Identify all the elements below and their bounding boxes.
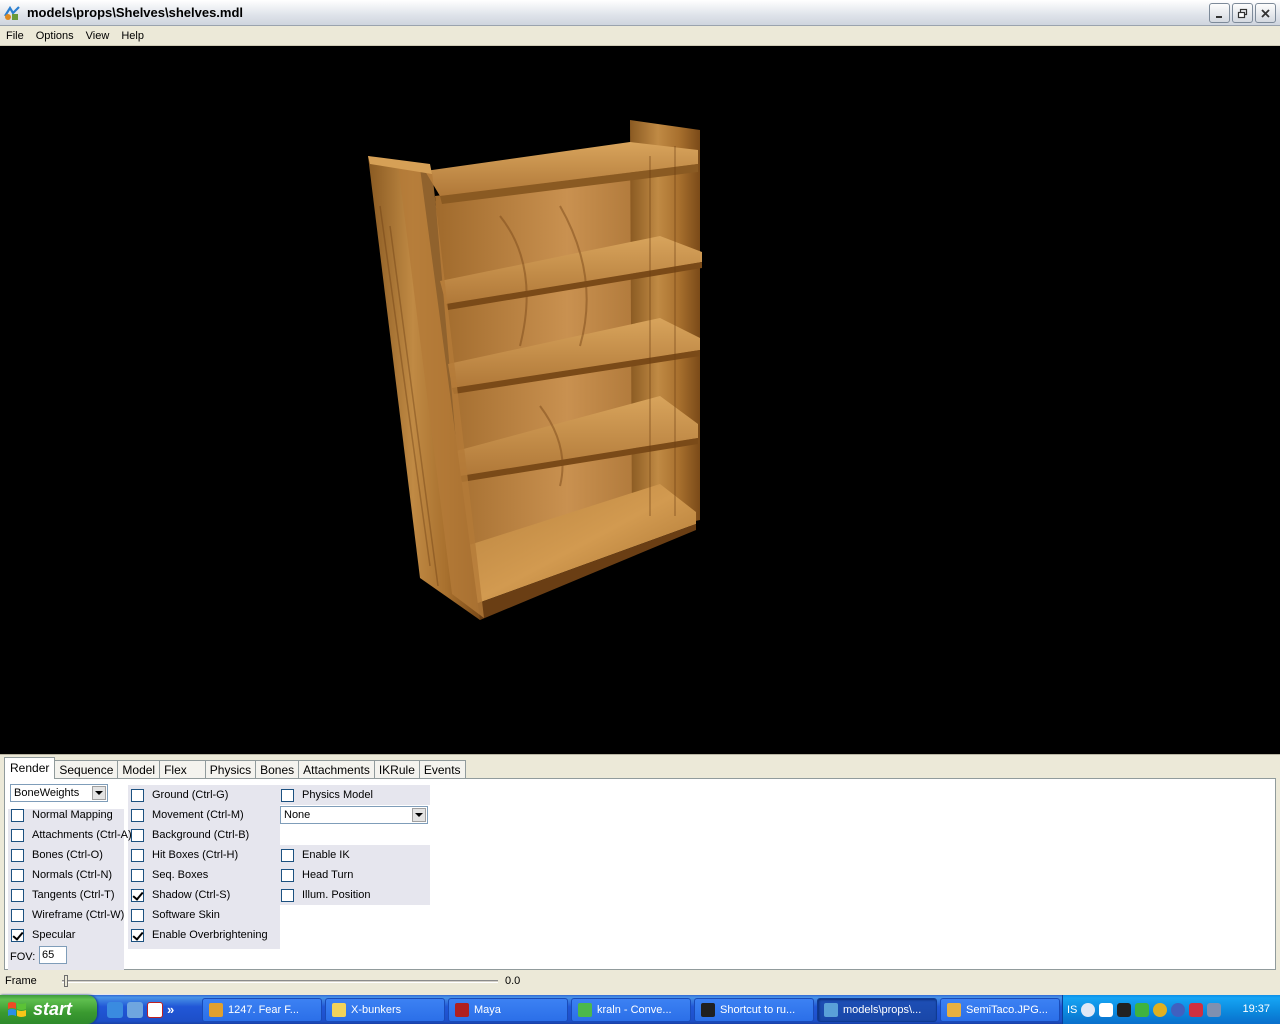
task-shortcut[interactable]: Shortcut to ru... (694, 997, 814, 1022)
taskbar: start » 1247. Fear F... X-bunkers Maya k… (0, 995, 1280, 1024)
tangents-checkbox[interactable]: Tangents (Ctrl-T) (11, 885, 115, 905)
task-semitaco[interactable]: SemiTaco.JPG... (940, 997, 1060, 1022)
physics-model-checkbox[interactable]: Physics Model (281, 785, 373, 805)
seq-boxes-checkbox[interactable]: Seq. Boxes (131, 865, 208, 885)
v2-icon[interactable] (147, 1001, 163, 1018)
maya-icon (455, 1002, 469, 1017)
control-panel: Render Sequence Model Flex Physics Bones… (0, 754, 1280, 995)
tab-ikrule[interactable]: IKRule (373, 760, 420, 779)
tray-msn-icon[interactable] (1135, 1002, 1150, 1017)
console-icon (701, 1002, 715, 1017)
close-button[interactable] (1255, 3, 1276, 23)
tray-network-icon[interactable] (1207, 1002, 1222, 1017)
frame-value: 0.0 (505, 975, 521, 987)
model-viewer-window: models\props\Shelves\shelves.mdl File Op… (0, 0, 1280, 1024)
ground-checkbox[interactable]: Ground (Ctrl-G) (131, 785, 228, 805)
task-maya[interactable]: Maya (448, 997, 568, 1022)
pencil-icon (209, 1002, 223, 1017)
restore-button[interactable] (1232, 3, 1253, 23)
task-fear[interactable]: 1247. Fear F... (202, 997, 322, 1022)
specular-checkbox[interactable]: Specular (11, 925, 75, 945)
tray-globe-icon[interactable] (1171, 1002, 1186, 1017)
restore-icon (1237, 8, 1248, 18)
menu-file[interactable]: File (0, 26, 30, 46)
model-viewer-icon (824, 1002, 838, 1017)
tab-physics[interactable]: Physics (204, 760, 257, 779)
enable-ik-checkbox[interactable]: Enable IK (281, 845, 350, 865)
3d-viewport[interactable] (0, 46, 1280, 754)
tab-attachments[interactable]: Attachments (298, 760, 375, 779)
folder-icon (332, 1002, 346, 1017)
language-indicator[interactable]: IS (1067, 1004, 1077, 1016)
chevron-down-icon[interactable] (412, 808, 426, 822)
task-x-bunkers[interactable]: X-bunkers (325, 997, 445, 1022)
frame-label: Frame (5, 975, 37, 987)
shadow-checkbox[interactable]: Shadow (Ctrl-S) (131, 885, 230, 905)
tray-arrow-icon[interactable] (1081, 1002, 1096, 1017)
tray-v2-icon[interactable] (1099, 1002, 1114, 1017)
fov-label: FOV: (10, 951, 36, 963)
menu-view[interactable]: View (80, 26, 116, 46)
clock: 19:37 (1242, 1003, 1270, 1015)
windows-flag-icon (6, 1000, 28, 1020)
menu-help[interactable]: Help (115, 26, 150, 46)
task-kraln[interactable]: kraln - Conve... (571, 997, 691, 1022)
chat-icon (578, 1002, 592, 1017)
tray-heart-icon[interactable] (1189, 1002, 1204, 1017)
close-icon (1261, 8, 1270, 18)
frame-slider-thumb[interactable] (64, 975, 68, 987)
bones-checkbox[interactable]: Bones (Ctrl-O) (11, 845, 103, 865)
software-skin-checkbox[interactable]: Software Skin (131, 905, 220, 925)
render-mode-select[interactable]: BoneWeights (10, 784, 108, 802)
tab-sequence[interactable]: Sequence (54, 760, 119, 779)
head-turn-checkbox[interactable]: Head Turn (281, 865, 353, 885)
title-bar[interactable]: models\props\Shelves\shelves.mdl (0, 0, 1280, 26)
tab-events[interactable]: Events (418, 760, 466, 779)
attachments-checkbox[interactable]: Attachments (Ctrl-A) (11, 825, 132, 845)
menu-options[interactable]: Options (30, 26, 80, 46)
normals-checkbox[interactable]: Normals (Ctrl-N) (11, 865, 112, 885)
task-models-props[interactable]: models\props\... (817, 997, 937, 1022)
hit-boxes-checkbox[interactable]: Hit Boxes (Ctrl-H) (131, 845, 238, 865)
app-icon (3, 4, 21, 22)
system-tray: IS 19:37 (1062, 995, 1280, 1024)
minimize-button[interactable] (1209, 3, 1230, 23)
window-title: models\props\Shelves\shelves.mdl (27, 5, 244, 20)
shelf-model-render (368, 120, 702, 620)
tab-flex[interactable]: Flex (159, 760, 206, 779)
tray-chrome-icon[interactable] (1153, 1002, 1168, 1017)
frame-slider-row: Frame 0.0 (0, 970, 1280, 994)
enable-overbrightening-checkbox[interactable]: Enable Overbrightening (131, 925, 268, 945)
minimize-icon (1216, 15, 1222, 18)
physics-model-select[interactable]: None (280, 806, 428, 824)
fov-input[interactable]: 65 (39, 946, 67, 964)
frame-slider-track[interactable] (62, 980, 498, 983)
illum-position-checkbox[interactable]: Illum. Position (281, 885, 370, 905)
tab-render[interactable]: Render (4, 757, 56, 779)
tab-strip: Render Sequence Model Flex Physics Bones… (4, 757, 466, 779)
tab-bones[interactable]: Bones (255, 760, 300, 779)
start-button[interactable]: start (0, 995, 97, 1024)
wireframe-checkbox[interactable]: Wireframe (Ctrl-W) (11, 905, 124, 925)
quick-launch: » (107, 1001, 199, 1018)
movement-checkbox[interactable]: Movement (Ctrl-M) (131, 805, 244, 825)
quick-launch-chevron[interactable]: » (167, 1002, 174, 1017)
normal-mapping-checkbox[interactable]: Normal Mapping (11, 805, 113, 825)
background-checkbox[interactable]: Background (Ctrl-B) (131, 825, 249, 845)
render-tab-content: BoneWeights Normal Mapping Attachments (… (4, 778, 1276, 995)
chevron-down-icon[interactable] (92, 786, 106, 800)
image-icon (947, 1002, 961, 1017)
tab-model[interactable]: Model (117, 760, 161, 779)
ie-icon[interactable] (107, 1001, 123, 1018)
tray-steam-icon[interactable] (1117, 1002, 1132, 1017)
network-icon[interactable] (127, 1001, 143, 1018)
menu-bar: File Options View Help (0, 26, 1280, 46)
